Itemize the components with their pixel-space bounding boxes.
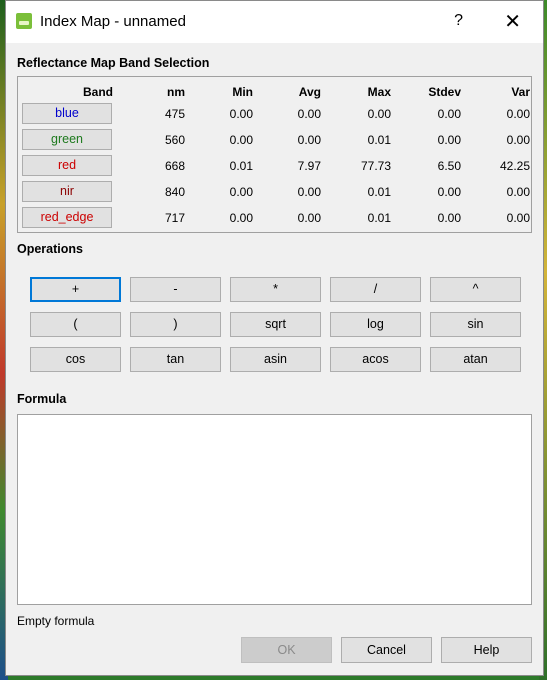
col-header-nm: nm bbox=[167, 85, 185, 99]
op-button-asin[interactable]: asin bbox=[230, 347, 321, 372]
col-header-var: Var bbox=[511, 85, 530, 99]
formula-input[interactable] bbox=[17, 414, 532, 605]
help-icon[interactable]: ? bbox=[454, 12, 463, 30]
band-button-green[interactable]: green bbox=[22, 129, 112, 150]
band-var-value: 0.00 bbox=[506, 133, 530, 147]
formula-title: Formula bbox=[17, 392, 67, 406]
band-avg-value: 0.00 bbox=[297, 211, 321, 225]
band-stdev-value: 0.00 bbox=[437, 133, 461, 147]
band-table: Band nm Min Avg Max Stdev Var blue 475 0.0… bbox=[17, 76, 532, 233]
band-min-value: 0.00 bbox=[229, 107, 253, 121]
op-button-minus[interactable]: - bbox=[130, 277, 221, 302]
band-nm-value: 668 bbox=[164, 159, 185, 173]
band-nm-value: 840 bbox=[164, 185, 185, 199]
window-title: Index Map - unnamed bbox=[40, 13, 186, 30]
op-button-cos[interactable]: cos bbox=[30, 347, 121, 372]
band-button-red[interactable]: red bbox=[22, 155, 112, 176]
band-max-value: 77.73 bbox=[360, 159, 391, 173]
col-header-min: Min bbox=[232, 85, 253, 99]
band-var-value: 42.25 bbox=[499, 159, 530, 173]
col-header-stdev: Stdev bbox=[428, 85, 461, 99]
cancel-button[interactable]: Cancel bbox=[341, 637, 432, 663]
op-button-sqrt[interactable]: sqrt bbox=[230, 312, 321, 337]
band-avg-value: 7.97 bbox=[297, 159, 321, 173]
band-avg-value: 0.00 bbox=[297, 185, 321, 199]
band-min-value: 0.01 bbox=[229, 159, 253, 173]
op-button-close-paren[interactable]: ) bbox=[130, 312, 221, 337]
op-button-plus[interactable]: + bbox=[30, 277, 121, 302]
op-button-atan[interactable]: atan bbox=[430, 347, 521, 372]
index-map-dialog: Index Map - unnamed ? ✕ Reflectance Map … bbox=[5, 0, 544, 676]
band-avg-value: 0.00 bbox=[297, 107, 321, 121]
operations-title: Operations bbox=[17, 242, 83, 256]
op-button-multiply[interactable]: * bbox=[230, 277, 321, 302]
band-max-value: 0.00 bbox=[367, 107, 391, 121]
band-nm-value: 475 bbox=[164, 107, 185, 121]
band-nm-value: 717 bbox=[164, 211, 185, 225]
band-max-value: 0.01 bbox=[367, 133, 391, 147]
band-avg-value: 0.00 bbox=[297, 133, 321, 147]
band-min-value: 0.00 bbox=[229, 185, 253, 199]
op-button-open-paren[interactable]: ( bbox=[30, 312, 121, 337]
title-bar: Index Map - unnamed ? ✕ bbox=[6, 1, 543, 43]
op-button-sin[interactable]: sin bbox=[430, 312, 521, 337]
band-stdev-value: 0.00 bbox=[437, 211, 461, 225]
band-max-value: 0.01 bbox=[367, 185, 391, 199]
band-stdev-value: 6.50 bbox=[437, 159, 461, 173]
band-max-value: 0.01 bbox=[367, 211, 391, 225]
op-button-acos[interactable]: acos bbox=[330, 347, 421, 372]
band-stdev-value: 0.00 bbox=[437, 185, 461, 199]
op-button-tan[interactable]: tan bbox=[130, 347, 221, 372]
op-button-log[interactable]: log bbox=[330, 312, 421, 337]
op-button-power[interactable]: ^ bbox=[430, 277, 521, 302]
band-button-red-edge[interactable]: red_edge bbox=[22, 207, 112, 228]
band-var-value: 0.00 bbox=[506, 107, 530, 121]
band-button-nir[interactable]: nir bbox=[22, 181, 112, 202]
band-stdev-value: 0.00 bbox=[437, 107, 461, 121]
band-var-value: 0.00 bbox=[506, 211, 530, 225]
band-section-title: Reflectance Map Band Selection bbox=[17, 56, 210, 70]
formula-status: Empty formula bbox=[17, 614, 95, 628]
col-header-band: Band bbox=[83, 85, 113, 99]
col-header-max: Max bbox=[367, 85, 391, 99]
app-icon bbox=[16, 13, 32, 29]
band-nm-value: 560 bbox=[164, 133, 185, 147]
band-var-value: 0.00 bbox=[506, 185, 530, 199]
close-icon[interactable]: ✕ bbox=[504, 9, 521, 34]
band-min-value: 0.00 bbox=[229, 211, 253, 225]
band-button-blue[interactable]: blue bbox=[22, 103, 112, 124]
op-button-divide[interactable]: / bbox=[330, 277, 421, 302]
help-button[interactable]: Help bbox=[441, 637, 532, 663]
ok-button[interactable]: OK bbox=[241, 637, 332, 663]
band-min-value: 0.00 bbox=[229, 133, 253, 147]
col-header-avg: Avg bbox=[298, 85, 321, 99]
